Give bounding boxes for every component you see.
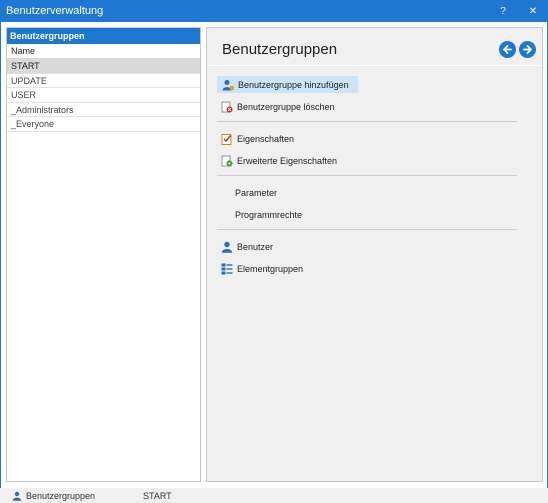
divider — [217, 229, 517, 230]
title-divider — [207, 65, 542, 66]
element-groups-icon — [221, 263, 233, 275]
divider — [217, 175, 517, 176]
user-group-icon — [12, 491, 22, 501]
parameter-button[interactable]: Parameter — [217, 184, 285, 201]
arrow-right-icon — [523, 45, 532, 54]
group-row-update[interactable]: UPDATE — [7, 74, 200, 88]
close-button[interactable]: ✕ — [518, 0, 548, 22]
program-rights-label: Programmrechte — [235, 209, 303, 220]
status-value: START — [143, 490, 172, 501]
status-bar: Benutzergruppen START — [0, 488, 548, 503]
actions-panel: Benutzergruppen Benutzergruppe hinzufüge… — [206, 27, 543, 482]
help-button[interactable]: ? — [488, 0, 518, 22]
group-row-everyone[interactable]: _Everyone — [7, 117, 200, 132]
parameter-label: Parameter — [235, 187, 278, 198]
window-title: Benutzerverwaltung — [6, 5, 104, 17]
users-button[interactable]: Benutzer — [217, 238, 281, 255]
add-user-icon — [222, 79, 234, 91]
group-list-header: Benutzergruppen — [7, 28, 200, 44]
extended-properties-icon — [221, 155, 233, 167]
extended-properties-button[interactable]: Erweiterte Eigenschaften — [217, 152, 345, 169]
group-row-user[interactable]: USER — [7, 88, 200, 103]
program-rights-button[interactable]: Programmrechte — [217, 206, 310, 223]
add-group-button[interactable]: Benutzergruppe hinzufügen — [217, 76, 358, 93]
panel-title: Benutzergruppen — [222, 41, 338, 58]
properties-label: Eigenschaften — [237, 133, 295, 144]
properties-icon — [221, 133, 233, 145]
group-row-start[interactable]: START — [7, 59, 200, 74]
add-group-label: Benutzergruppe hinzufügen — [238, 79, 349, 90]
delete-user-icon — [221, 101, 233, 113]
status-label: Benutzergruppen — [26, 490, 96, 501]
divider — [217, 121, 517, 122]
element-groups-label: Elementgruppen — [237, 263, 304, 274]
delete-group-button[interactable]: Benutzergruppe löschen — [217, 98, 343, 115]
users-label: Benutzer — [237, 241, 274, 252]
forward-button[interactable] — [519, 41, 536, 58]
user-icon — [221, 241, 233, 253]
window-client: Benutzergruppen Name START UPDATE USER _… — [0, 22, 548, 488]
properties-button[interactable]: Eigenschaften — [217, 130, 302, 147]
group-row-administrators[interactable]: _Administrators — [7, 103, 200, 117]
arrow-left-icon — [503, 45, 512, 54]
element-groups-button[interactable]: Elementgruppen — [217, 260, 311, 277]
group-list-panel: Benutzergruppen Name START UPDATE USER _… — [6, 27, 201, 482]
column-header-name[interactable]: Name — [7, 44, 200, 59]
back-button[interactable] — [499, 41, 516, 58]
title-bar: Benutzerverwaltung ? ✕ — [0, 0, 548, 22]
delete-group-label: Benutzergruppe löschen — [237, 101, 335, 112]
extended-properties-label: Erweiterte Eigenschaften — [237, 155, 338, 166]
